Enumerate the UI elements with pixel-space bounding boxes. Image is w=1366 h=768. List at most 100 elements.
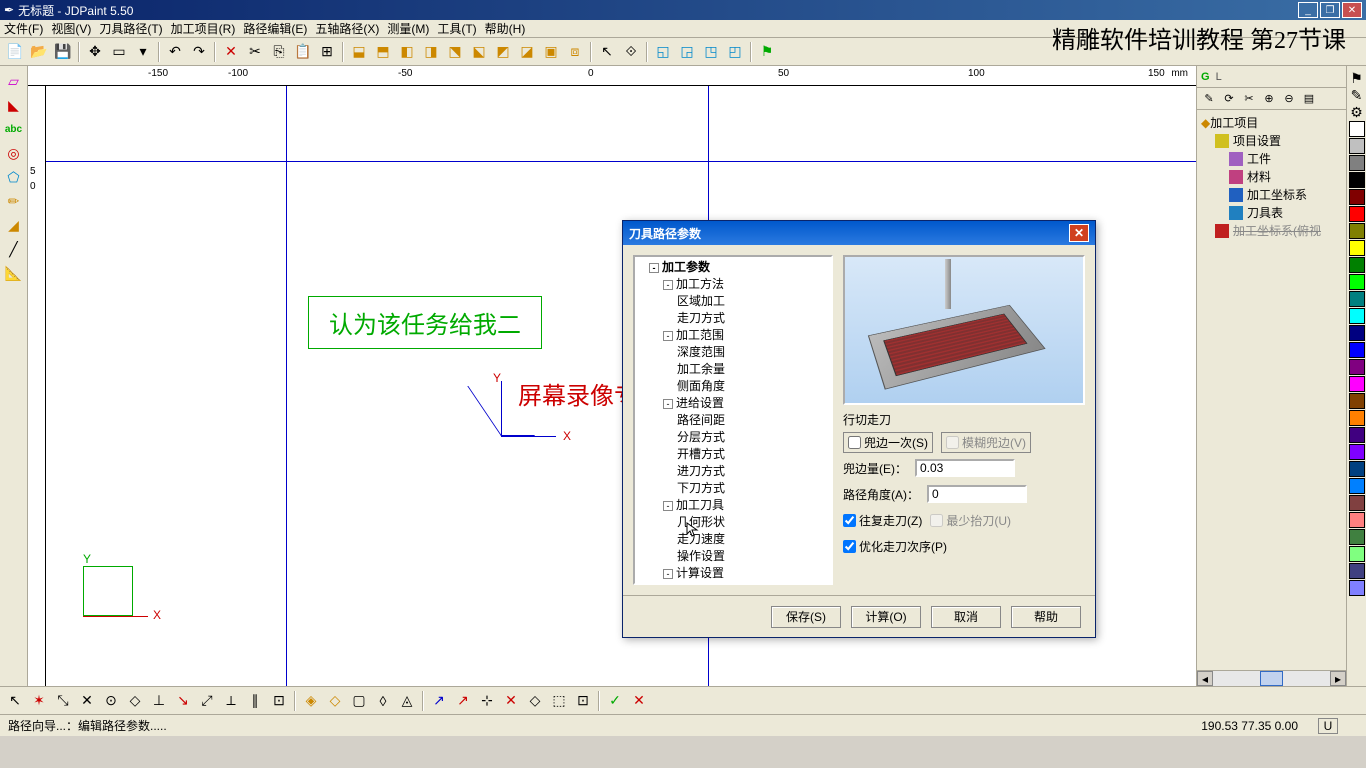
color-swatch[interactable] — [1349, 563, 1365, 579]
box5-icon[interactable]: ⬔ — [444, 41, 466, 63]
color-swatch[interactable] — [1349, 495, 1365, 511]
tree-item[interactable]: 刀具表 — [1201, 204, 1342, 222]
duplicate-icon[interactable]: ⊞ — [316, 41, 338, 63]
color-swatch[interactable] — [1349, 308, 1365, 324]
rt-btn3-icon[interactable]: ✂ — [1241, 91, 1257, 107]
box4-icon[interactable]: ◨ — [420, 41, 442, 63]
rt-btn2-icon[interactable]: ⟳ — [1221, 91, 1237, 107]
box8-icon[interactable]: ◪ — [516, 41, 538, 63]
paste-icon[interactable]: 📋 — [292, 41, 314, 63]
move-icon[interactable]: ✥ — [84, 41, 106, 63]
cb-edge-once[interactable]: 兜边一次(S) — [843, 432, 933, 453]
bt17-icon[interactable]: ◬ — [396, 690, 418, 712]
redo-icon[interactable]: ↷ — [188, 41, 210, 63]
menu-item[interactable]: 帮助(H) — [485, 20, 526, 37]
bt10-icon[interactable]: ⟂ — [220, 690, 242, 712]
calculate-button[interactable]: 计算(O) — [851, 606, 921, 628]
color-swatch[interactable] — [1349, 291, 1365, 307]
angle-icon[interactable]: ◣ — [3, 94, 25, 116]
box7-icon[interactable]: ◩ — [492, 41, 514, 63]
line-icon[interactable]: ╱ — [3, 238, 25, 260]
copy-icon[interactable]: ⎘ — [268, 41, 290, 63]
dialog-tree-node[interactable]: -进给设置 — [637, 395, 829, 412]
color-swatch[interactable] — [1349, 376, 1365, 392]
new-icon[interactable]: 📄 — [4, 41, 26, 63]
project-tree[interactable]: ◆ 加工项目项目设置工件材料加工坐标系刀具表加工坐标系(俯视 — [1197, 110, 1346, 670]
dialog-close-button[interactable]: ✕ — [1069, 224, 1089, 242]
bt8-icon[interactable]: ↘ — [172, 690, 194, 712]
rt-btn5-icon[interactable]: ⊖ — [1281, 91, 1297, 107]
right-scrollbar[interactable]: ◂ ▸ — [1197, 670, 1346, 686]
delete-icon[interactable]: ✕ — [220, 41, 242, 63]
brush-icon[interactable]: ✏ — [3, 190, 25, 212]
bt19-icon[interactable]: ↗ — [452, 690, 474, 712]
dialog-tree-node[interactable]: 走刀方式 — [637, 310, 829, 327]
circle-icon[interactable]: ◎ — [3, 142, 25, 164]
color-swatch[interactable] — [1349, 580, 1365, 596]
dialog-tree-node[interactable]: 分层方式 — [637, 429, 829, 446]
cube1-icon[interactable]: ◱ — [652, 41, 674, 63]
maximize-button[interactable]: ❐ — [1320, 2, 1340, 18]
color-settings-icon[interactable]: ⚙ — [1349, 104, 1365, 120]
color-swatch[interactable] — [1349, 461, 1365, 477]
box3-icon[interactable]: ◧ — [396, 41, 418, 63]
bt5-icon[interactable]: ⊙ — [100, 690, 122, 712]
box6-icon[interactable]: ⬕ — [468, 41, 490, 63]
dialog-tree-node[interactable]: -计算设置 — [637, 565, 829, 582]
autosel-icon[interactable]: ⟐ — [620, 41, 642, 63]
bt1-icon[interactable]: ↖ — [4, 690, 26, 712]
box1-icon[interactable]: ⬓ — [348, 41, 370, 63]
menu-item[interactable]: 刀具路径(T) — [99, 20, 162, 37]
dialog-titlebar[interactable]: 刀具路径参数 ✕ — [623, 221, 1095, 245]
cb-optimize[interactable]: 优化走刀次序(P) — [843, 538, 947, 555]
bt15-icon[interactable]: ▢ — [348, 690, 370, 712]
path-angle-input[interactable] — [927, 485, 1027, 503]
bt22-icon[interactable]: ◇ — [524, 690, 546, 712]
bt9-icon[interactable]: ⤢ — [196, 690, 218, 712]
dialog-tree-node[interactable]: 下刀方式 — [637, 480, 829, 497]
cursor-icon[interactable]: ↖ — [596, 41, 618, 63]
cancel-button[interactable]: 取消 — [931, 606, 1001, 628]
box9-icon[interactable]: ▣ — [540, 41, 562, 63]
dialog-tree-node[interactable]: 进刀方式 — [637, 463, 829, 480]
tab-2[interactable]: L — [1216, 71, 1222, 83]
tree-item[interactable]: 工件 — [1201, 150, 1342, 168]
save-button[interactable]: 保存(S) — [771, 606, 841, 628]
shape-rect-icon[interactable]: ▱ — [3, 70, 25, 92]
color-swatch[interactable] — [1349, 478, 1365, 494]
polygon-icon[interactable]: ⬠ — [3, 166, 25, 188]
color-swatch[interactable] — [1349, 546, 1365, 562]
color-swatch[interactable] — [1349, 223, 1365, 239]
bt6-icon[interactable]: ◇ — [124, 690, 146, 712]
color-swatch[interactable] — [1349, 155, 1365, 171]
bt25-icon[interactable]: ✓ — [604, 690, 626, 712]
rt-btn1-icon[interactable]: ✎ — [1201, 91, 1217, 107]
dialog-tree-node[interactable]: -加工范围 — [637, 327, 829, 344]
dialog-tree-node[interactable]: 走刀速度 — [637, 531, 829, 548]
bt24-icon[interactable]: ⊡ — [572, 690, 594, 712]
close-button[interactable]: ✕ — [1342, 2, 1362, 18]
dropdown-icon[interactable]: ▾ — [132, 41, 154, 63]
status-u-button[interactable]: U — [1318, 718, 1338, 734]
bt26-icon[interactable]: ✕ — [628, 690, 650, 712]
bt2-icon[interactable]: ✶ — [28, 690, 50, 712]
color-swatch[interactable] — [1349, 427, 1365, 443]
text-icon[interactable]: abc — [3, 118, 25, 140]
bt11-icon[interactable]: ∥ — [244, 690, 266, 712]
menu-item[interactable]: 五轴路径(X) — [315, 20, 379, 37]
bt23-icon[interactable]: ⬚ — [548, 690, 570, 712]
tree-item[interactable]: 加工坐标系 — [1201, 186, 1342, 204]
color-swatch[interactable] — [1349, 529, 1365, 545]
bt16-icon[interactable]: ◊ — [372, 690, 394, 712]
color-flag-icon[interactable]: ⚑ — [1349, 70, 1365, 86]
dialog-tree-node[interactable]: -加工参数 — [637, 259, 829, 276]
bt12-icon[interactable]: ⊡ — [268, 690, 290, 712]
menu-item[interactable]: 加工项目(R) — [171, 20, 236, 37]
menu-item[interactable]: 路径编辑(E) — [243, 20, 307, 37]
save-icon[interactable]: 💾 — [52, 41, 74, 63]
color-swatch[interactable] — [1349, 274, 1365, 290]
color-swatch[interactable] — [1349, 393, 1365, 409]
box2-icon[interactable]: ⬒ — [372, 41, 394, 63]
bt4-icon[interactable]: ✕ — [76, 690, 98, 712]
dialog-tree-node[interactable]: -加工方法 — [637, 276, 829, 293]
